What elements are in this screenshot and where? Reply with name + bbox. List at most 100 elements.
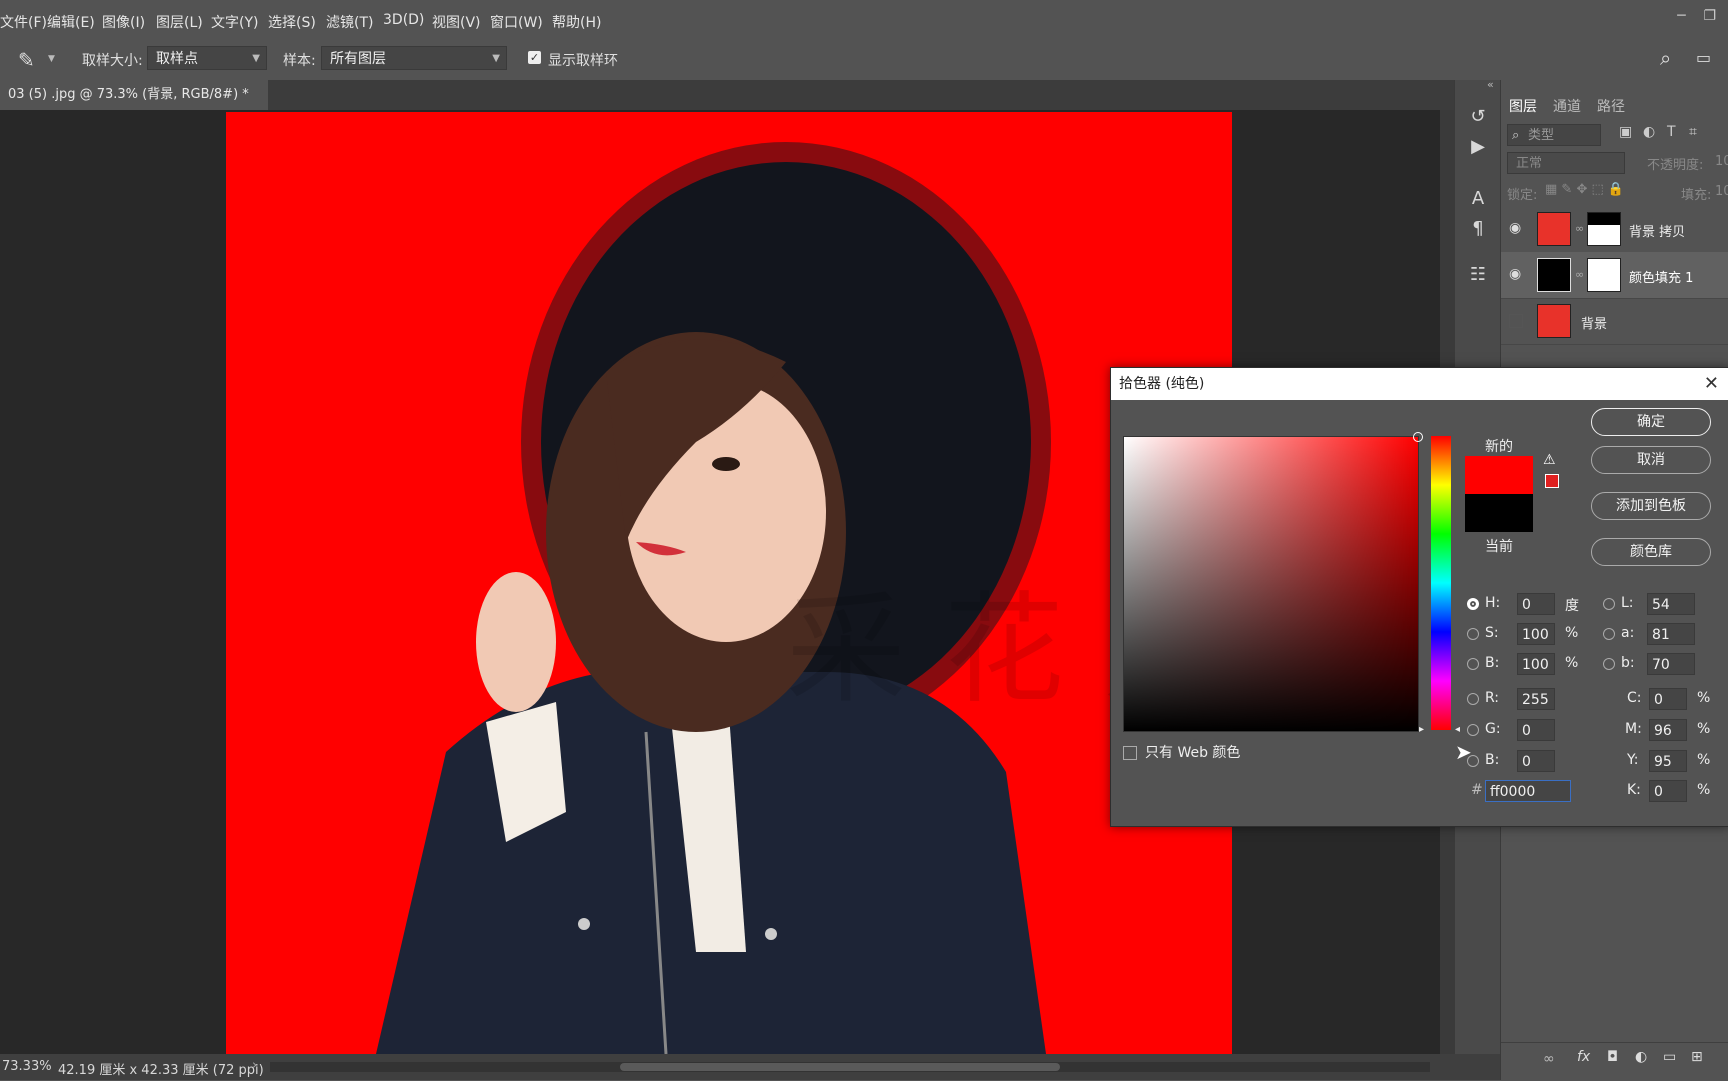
menu-select[interactable]: 选择(S)	[268, 12, 316, 32]
h-input[interactable]: 0	[1517, 593, 1555, 615]
search-icon[interactable]: ⌕	[1660, 46, 1671, 70]
collapse-panels-icon[interactable]: «	[1487, 78, 1494, 91]
l-radio[interactable]	[1603, 598, 1615, 610]
opacity-value[interactable]: 10	[1715, 154, 1728, 169]
menu-layer[interactable]: 图层(L)	[156, 12, 203, 32]
visibility-toggle-off[interactable]	[1509, 314, 1523, 328]
add-to-swatches-button[interactable]: 添加到色板	[1591, 492, 1711, 520]
h-radio[interactable]	[1467, 598, 1479, 610]
blend-mode-select[interactable]: 正常	[1507, 152, 1625, 174]
tab-channels[interactable]: 通道	[1553, 96, 1581, 116]
r-radio[interactable]	[1467, 693, 1479, 705]
filter-pixel-icon[interactable]: ▣	[1619, 124, 1632, 140]
k-input[interactable]: 0	[1649, 780, 1687, 802]
tool-preset-chevron-icon[interactable]: ▼	[48, 54, 55, 64]
status-expand-icon[interactable]: ›	[252, 1058, 257, 1073]
actions-play-icon[interactable]: ▶	[1467, 136, 1489, 158]
layer-row-background[interactable]: 背景	[1501, 298, 1728, 345]
history-icon[interactable]: ↺	[1467, 106, 1489, 128]
tab-layers[interactable]: 图层	[1509, 96, 1537, 116]
new-group-icon[interactable]: ▭	[1663, 1049, 1676, 1065]
g-radio[interactable]	[1467, 724, 1479, 736]
workspace-icon[interactable]: ▭	[1696, 48, 1711, 67]
adjustments-icon[interactable]: ☷	[1467, 264, 1489, 286]
layer-row-background-copy[interactable]: ◉ ∞ 背景 拷贝	[1501, 206, 1728, 253]
color-field[interactable]	[1123, 432, 1423, 732]
m-input[interactable]: 96	[1649, 719, 1687, 741]
link-icon[interactable]: ∞	[1575, 222, 1584, 235]
show-ring-checkbox[interactable]: ✓	[528, 51, 541, 64]
dialog-titlebar[interactable]: 拾色器 (纯色) ✕	[1111, 368, 1728, 400]
lock-icons[interactable]: ▦ ✎ ✥ ⬚ 🔒	[1545, 182, 1624, 197]
new-adjustment-icon[interactable]: ◐	[1635, 1049, 1647, 1065]
y-input[interactable]: 95	[1649, 750, 1687, 772]
eyedropper-tool-icon[interactable]: ✎	[18, 48, 35, 72]
hex-input[interactable]: ff0000	[1485, 780, 1571, 802]
layer-row-color-fill[interactable]: ◉ ∞ 颜色填充 1	[1501, 252, 1728, 299]
character-icon[interactable]: A	[1467, 188, 1489, 210]
cancel-button[interactable]: 取消	[1591, 446, 1711, 474]
close-icon[interactable]: ✕	[1704, 368, 1719, 400]
layer-name[interactable]: 背景 拷贝	[1629, 221, 1685, 240]
layer-mask-thumbnail[interactable]	[1587, 212, 1621, 246]
c-input[interactable]: 0	[1649, 688, 1687, 710]
zoom-level[interactable]: 73.33%	[2, 1059, 52, 1074]
web-only-checkbox[interactable]	[1123, 746, 1137, 760]
layer-name[interactable]: 背景	[1581, 313, 1607, 332]
menu-edit[interactable]: 编辑(E)	[47, 12, 95, 32]
fill-value[interactable]: 10	[1715, 184, 1728, 199]
eye-icon[interactable]: ◉	[1509, 220, 1521, 236]
eye-icon[interactable]: ◉	[1509, 266, 1521, 282]
s-radio[interactable]	[1467, 628, 1479, 640]
fx-icon[interactable]: fx	[1577, 1049, 1590, 1065]
new-layer-icon[interactable]: ⊞	[1691, 1049, 1703, 1065]
link-layers-icon[interactable]: ∞	[1543, 1051, 1555, 1067]
a-input[interactable]: 81	[1647, 623, 1695, 645]
horizontal-scrollbar[interactable]	[270, 1062, 1430, 1072]
minimize-icon[interactable]: ─	[1677, 8, 1685, 24]
add-mask-icon[interactable]: ◘	[1607, 1049, 1618, 1065]
hue-slider-right-arrow-icon[interactable]: ◂	[1455, 724, 1460, 735]
menu-help[interactable]: 帮助(H)	[552, 12, 601, 32]
restore-icon[interactable]: ❐	[1703, 8, 1716, 24]
a-radio[interactable]	[1603, 628, 1615, 640]
gamut-warning-icon[interactable]: ⚠	[1543, 452, 1556, 468]
hue-slider-left-arrow-icon[interactable]: ▸	[1419, 724, 1424, 735]
color-libraries-button[interactable]: 颜色库	[1591, 538, 1711, 566]
s-input[interactable]: 100	[1517, 623, 1555, 645]
menu-file[interactable]: 文件(F)	[0, 12, 47, 32]
link-icon[interactable]: ∞	[1575, 268, 1584, 281]
gamut-color-swatch[interactable]	[1545, 474, 1559, 488]
filter-adjustment-icon[interactable]: ◐	[1643, 124, 1655, 140]
current-color-swatch[interactable]	[1465, 494, 1533, 532]
layer-filter-select[interactable]: ⌕ 类型	[1507, 124, 1601, 146]
blue-input[interactable]: 0	[1517, 750, 1555, 772]
document-tab[interactable]: 03 (5) .jpg @ 73.3% (背景, RGB/8#) * ×	[0, 80, 268, 132]
menu-3d[interactable]: 3D(D)	[383, 12, 424, 28]
menu-window[interactable]: 窗口(W)	[490, 12, 543, 32]
filter-shape-icon[interactable]: ⌗	[1689, 124, 1697, 140]
menu-image[interactable]: 图像(I)	[102, 12, 145, 32]
menu-type[interactable]: 文字(Y)	[211, 12, 258, 32]
sample-select[interactable]: 所有图层 ▼	[321, 46, 507, 70]
lab-b-radio[interactable]	[1603, 658, 1615, 670]
paragraph-icon[interactable]: ¶	[1467, 218, 1489, 240]
color-field-cursor[interactable]	[1413, 432, 1423, 442]
ok-button[interactable]: 确定	[1591, 408, 1711, 436]
b-radio[interactable]	[1467, 658, 1479, 670]
menu-filter[interactable]: 滤镜(T)	[326, 12, 373, 32]
layer-mask-thumbnail[interactable]	[1587, 258, 1621, 292]
b-input[interactable]: 100	[1517, 653, 1555, 675]
document-canvas[interactable]: 采 花 方 六	[226, 112, 1232, 1054]
menu-view[interactable]: 视图(V)	[432, 12, 481, 32]
filter-type-icon[interactable]: T	[1667, 124, 1676, 140]
layer-name[interactable]: 颜色填充 1	[1629, 267, 1693, 286]
sample-size-select[interactable]: 取样点 ▼	[147, 46, 267, 70]
l-input[interactable]: 54	[1647, 593, 1695, 615]
tab-paths[interactable]: 路径	[1597, 96, 1625, 116]
lab-b-input[interactable]: 70	[1647, 653, 1695, 675]
hue-slider[interactable]	[1431, 436, 1451, 730]
horizontal-scroll-thumb[interactable]	[620, 1063, 1060, 1071]
g-input[interactable]: 0	[1517, 719, 1555, 741]
r-input[interactable]: 255	[1517, 688, 1555, 710]
